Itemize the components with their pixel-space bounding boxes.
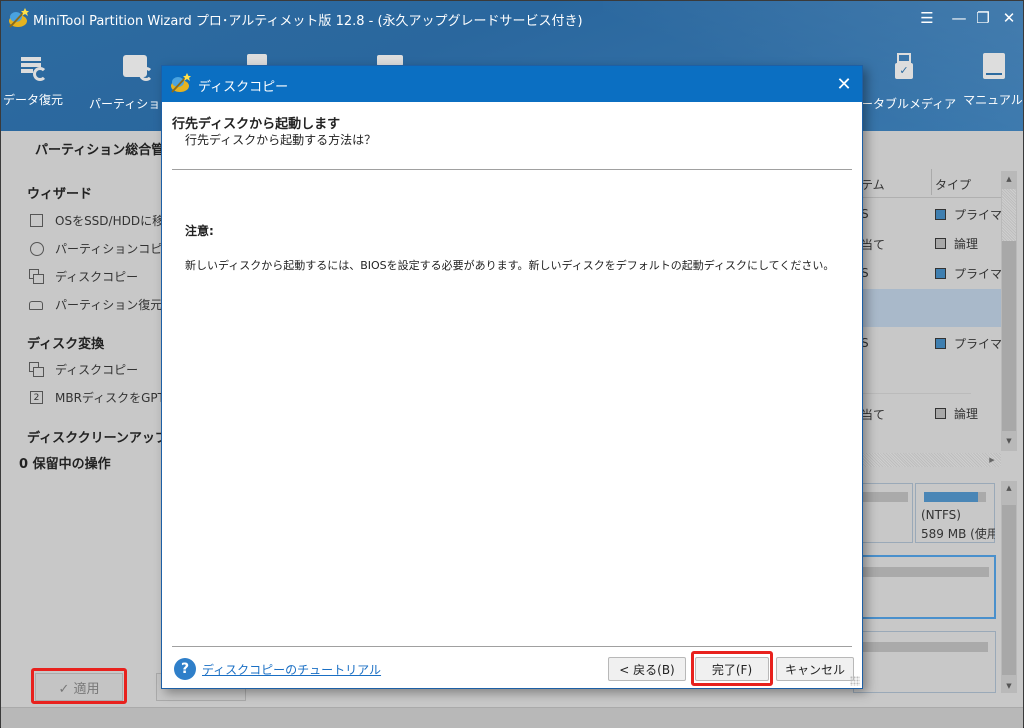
close-icon[interactable]: ✕ bbox=[995, 7, 1023, 29]
horizontal-scrollbar[interactable] bbox=[861, 453, 1001, 467]
sidebar-item-disk-copy-2[interactable]: ディスクコピー bbox=[29, 361, 138, 378]
app-logo-icon bbox=[9, 8, 29, 28]
partition-list: テム タイプ S プライマリ 当て 論理 S プライマリ S プライマリ 当て bbox=[861, 167, 1024, 707]
table-row[interactable]: S プライマリ bbox=[861, 259, 1014, 289]
logical-color-icon bbox=[935, 408, 946, 419]
tab-partition-management[interactable]: パーティション総合管理 bbox=[13, 131, 163, 163]
column-type[interactable]: タイプ bbox=[935, 167, 971, 197]
divider bbox=[172, 646, 852, 647]
left-panel: ウィザード OSをSSD/HDDに移行 パーティションコピー ディスクコピー パ… bbox=[1, 163, 201, 643]
app-title: MiniTool Partition Wizard プロ･アルティメット版 12… bbox=[33, 14, 583, 29]
resize-grip-icon[interactable] bbox=[850, 676, 860, 686]
pending-operations: 0 保留中の操作 bbox=[19, 457, 111, 472]
note-label: 注意: bbox=[185, 224, 214, 238]
disk-selected-card[interactable] bbox=[853, 555, 996, 619]
dialog-titlebar[interactable]: ディスクコピー ✕ bbox=[162, 66, 862, 102]
disk-copy-dialog: ディスクコピー ✕ 行先ディスクから起動します 行先ディスクから起動する方法は？… bbox=[161, 65, 863, 689]
migrate-os-icon bbox=[29, 213, 45, 229]
disk-card[interactable] bbox=[853, 631, 996, 693]
disk-copy-icon bbox=[29, 361, 45, 378]
menu-icon[interactable]: ☰ bbox=[913, 7, 941, 29]
finish-highlight bbox=[691, 651, 773, 686]
section-wizard: ウィザード bbox=[27, 187, 93, 202]
scrollbar-thumb[interactable] bbox=[1002, 241, 1016, 431]
sidebar-item-partition-copy[interactable]: パーティションコピー bbox=[29, 240, 174, 257]
sidebar-item-partition-restore[interactable]: パーティション復元 bbox=[29, 296, 162, 313]
disk-partition-card-ntfs[interactable]: (NTFS) 589 MB (使用 bbox=[915, 483, 995, 543]
close-icon[interactable]: ✕ bbox=[832, 72, 856, 96]
partition-copy-icon bbox=[29, 241, 45, 257]
toolbar-data-recovery[interactable]: データ復元 bbox=[0, 51, 73, 108]
manual-icon bbox=[977, 51, 1009, 85]
mbr-to-gpt-icon: 2 bbox=[29, 390, 45, 406]
scroll-down-icon[interactable]: ▼ bbox=[1001, 433, 1017, 449]
scroll-up-icon[interactable]: ▲ bbox=[1001, 481, 1017, 495]
primary-color-icon bbox=[935, 338, 946, 349]
partition-recovery-icon bbox=[123, 51, 155, 85]
data-recovery-icon bbox=[17, 51, 49, 85]
table-row-selected[interactable] bbox=[861, 289, 1001, 327]
primary-color-icon bbox=[935, 268, 946, 279]
table-row[interactable]: S プライマリ bbox=[861, 329, 1014, 359]
toolbar-manual[interactable]: マニュアル bbox=[953, 51, 1024, 108]
primary-color-icon bbox=[935, 209, 946, 220]
disk-copy-icon bbox=[29, 268, 45, 285]
restore-icon[interactable]: ❐ bbox=[969, 7, 997, 29]
table-row[interactable]: S プライマリ bbox=[861, 200, 1014, 230]
bootable-media-icon: ✓ bbox=[889, 51, 921, 85]
toolbar-bootable-media[interactable]: ✓ ータブルメディア bbox=[861, 51, 956, 111]
back-button[interactable]: < 戻る(B) bbox=[608, 657, 686, 681]
toolbar-partition-recovery[interactable]: パーティション復 bbox=[87, 51, 184, 111]
scroll-up-icon[interactable]: ▲ bbox=[1001, 171, 1017, 187]
cancel-button[interactable]: キャンセル bbox=[776, 657, 854, 681]
column-filesystem[interactable]: テム bbox=[861, 167, 885, 197]
table-row[interactable]: 当て 論理 bbox=[861, 399, 1001, 429]
sidebar-item-migrate-os[interactable]: OSをSSD/HDDに移行 bbox=[29, 212, 176, 229]
app-logo-icon bbox=[171, 73, 191, 93]
dialog-title: ディスクコピー bbox=[198, 80, 289, 95]
dialog-subheading: 行先ディスクから起動する方法は？ bbox=[185, 133, 377, 147]
divider bbox=[172, 169, 852, 170]
section-disk-convert: ディスク変換 bbox=[27, 337, 105, 352]
help-icon[interactable]: ? bbox=[174, 658, 196, 680]
disk-map-scrollbar[interactable]: ▲ ▼ bbox=[1001, 481, 1017, 693]
apply-highlight bbox=[31, 668, 127, 704]
table-row[interactable]: 当て 論理 bbox=[861, 229, 1001, 259]
tutorial-link[interactable]: ディスクコピーのチュートリアル bbox=[202, 661, 381, 678]
usage-bar bbox=[924, 492, 978, 502]
dialog-heading: 行先ディスクから起動します bbox=[172, 117, 341, 132]
scroll-right-icon[interactable]: ▶ bbox=[985, 453, 999, 467]
sidebar-item-disk-copy[interactable]: ディスクコピー bbox=[29, 268, 138, 285]
note-text: 新しいディスクから起動するには、BIOSを設定する必要があります。新しいディスク… bbox=[185, 259, 835, 272]
section-disk-cleanup: ディスククリーンアップ bbox=[27, 431, 168, 446]
scroll-down-icon[interactable]: ▼ bbox=[1001, 679, 1017, 693]
status-bar bbox=[1, 707, 1023, 728]
logical-color-icon bbox=[935, 238, 946, 249]
partition-restore-icon bbox=[29, 297, 45, 313]
partition-list-scrollbar[interactable]: ▲ ▼ bbox=[1001, 171, 1017, 451]
